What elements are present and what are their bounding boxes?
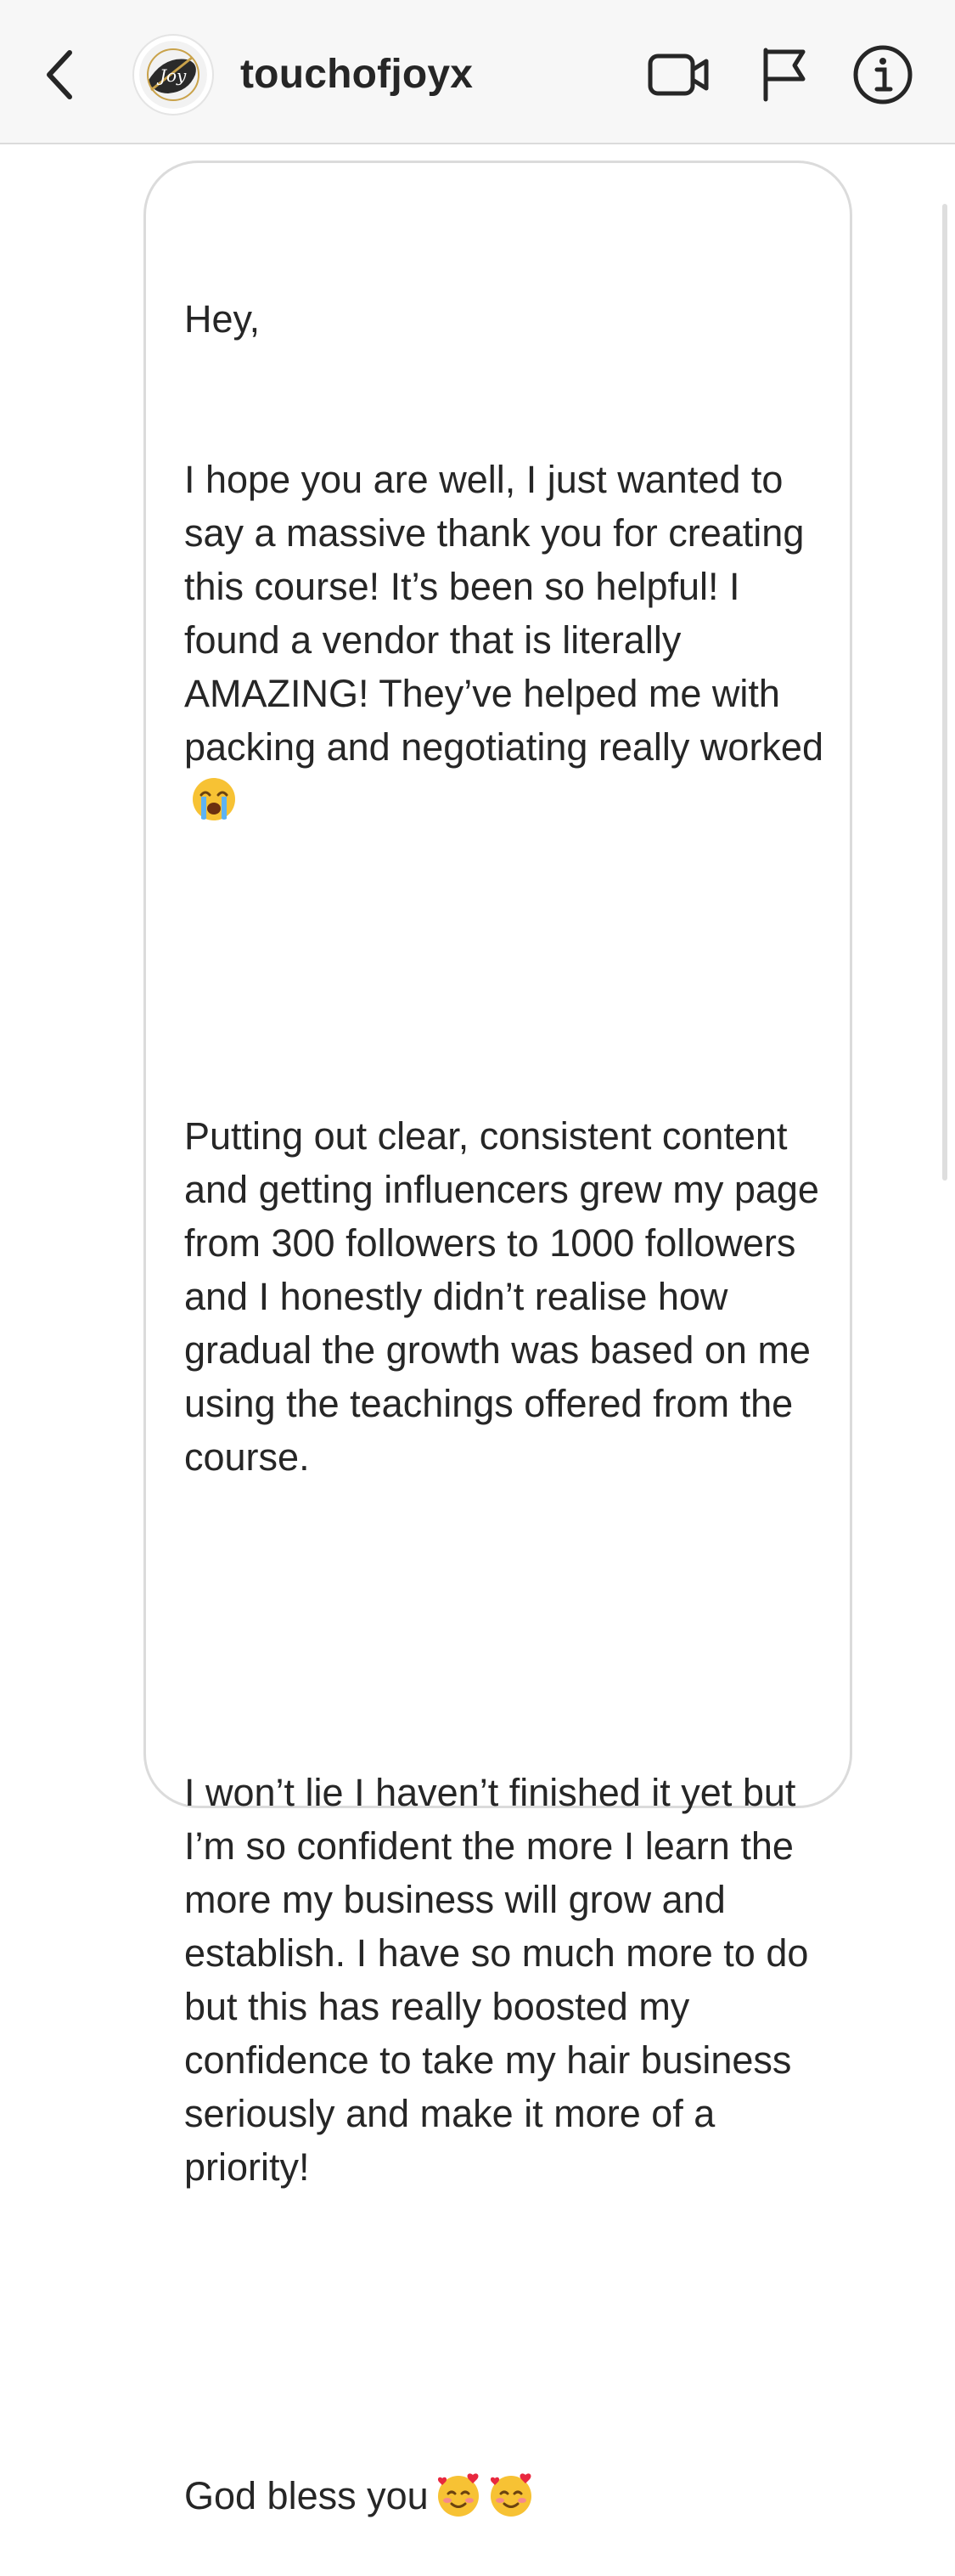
message-paragraph-1: I hope you are well, I just wanted to sa… <box>184 453 829 827</box>
scrollbar[interactable] <box>942 204 947 1181</box>
avatar[interactable]: Joy <box>132 34 214 116</box>
message-paragraph-1-text: I hope you are well, I just wanted to sa… <box>184 458 823 769</box>
smiling-face-with-hearts-icon <box>435 2472 481 2517</box>
message-text: Hey, I hope you are well, I just wanted … <box>184 185 829 2576</box>
closing-line-text: God bless you <box>184 2474 429 2517</box>
message-paragraph-2: Putting out clear, consistent content an… <box>184 1114 830 1479</box>
info-icon[interactable] <box>849 42 917 107</box>
flag-icon[interactable] <box>750 42 818 107</box>
closing-line: God bless you <box>184 2469 829 2522</box>
loudly-crying-face-icon <box>191 776 237 822</box>
message-paragraph-3: I won’t lie I haven’t finished it yet bu… <box>184 1771 819 2189</box>
username[interactable]: touchofjoyx <box>240 49 473 100</box>
greeting-line: Hey, <box>184 297 261 341</box>
back-chevron-icon[interactable] <box>34 41 85 109</box>
chat-header: Joy touchofjoyx <box>0 0 955 144</box>
avatar-image: Joy <box>139 41 207 109</box>
video-camera-icon[interactable] <box>645 42 713 107</box>
smiling-face-with-hearts-icon <box>488 2472 534 2517</box>
avatar-text: Joy <box>156 65 187 86</box>
